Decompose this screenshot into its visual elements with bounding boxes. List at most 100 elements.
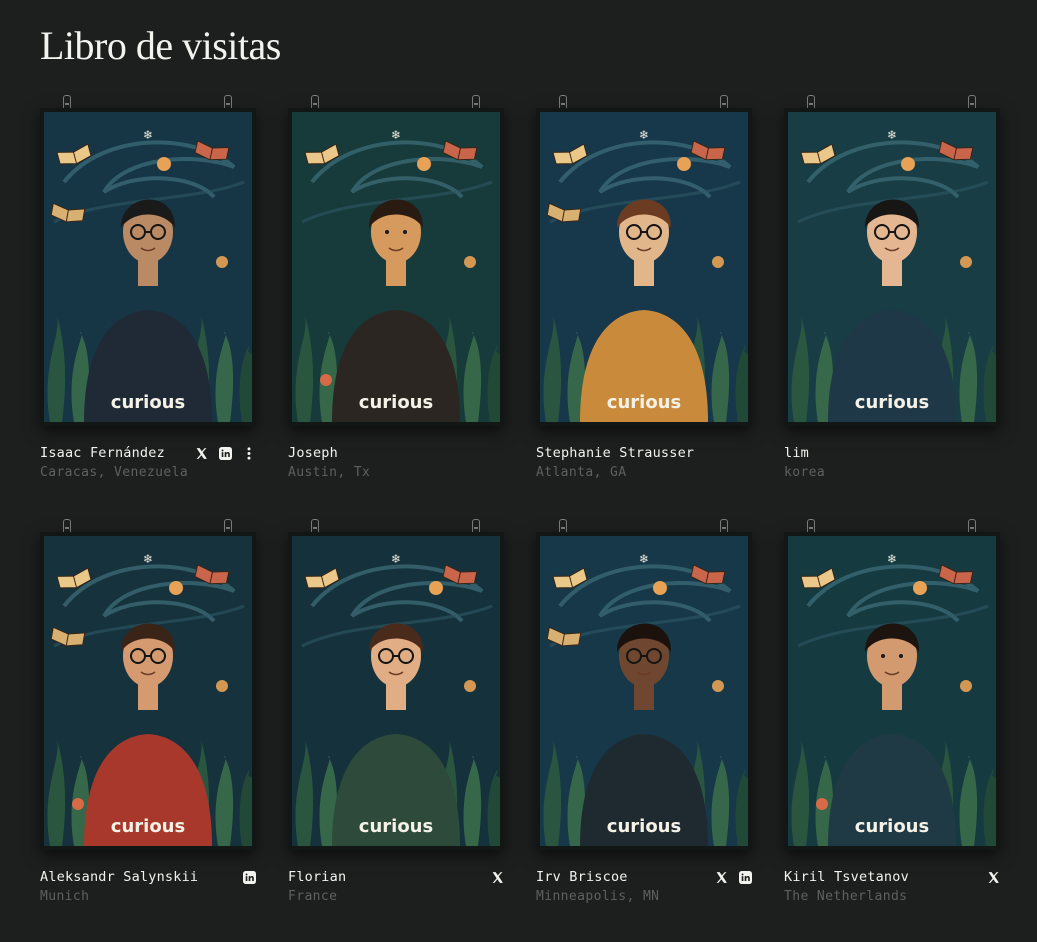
poster-artwork: ❄ curious bbox=[540, 112, 748, 422]
binder-clip-icon bbox=[472, 95, 480, 109]
guest-location: korea bbox=[784, 465, 826, 480]
portrait-poster[interactable]: ❄ curious bbox=[784, 532, 1000, 850]
poster-neck bbox=[386, 260, 406, 286]
poster-eye bbox=[899, 654, 903, 658]
poster-brand-wordmark: curious bbox=[359, 816, 433, 837]
portrait-poster[interactable]: ❄ curious bbox=[40, 532, 256, 850]
poster-moon bbox=[901, 157, 915, 171]
guest-card[interactable]: ❄ curious Aleksandr Salynskii Munich bbox=[40, 519, 256, 913]
poster-neck bbox=[386, 684, 406, 710]
poster-brand-wordmark: curious bbox=[607, 816, 681, 837]
poster-artwork: ❄ curious bbox=[292, 536, 500, 846]
portrait-poster[interactable]: ❄ curious bbox=[288, 532, 504, 850]
binder-clip-icon bbox=[224, 519, 232, 533]
poster-flower bbox=[72, 798, 84, 810]
binder-clip-icon bbox=[311, 519, 319, 533]
x-icon[interactable] bbox=[194, 446, 208, 460]
guest-location: France bbox=[288, 889, 338, 904]
poster-brand-wordmark: curious bbox=[111, 816, 185, 837]
poster-moon bbox=[157, 157, 171, 171]
binder-clip-icon bbox=[968, 95, 976, 109]
portrait-poster[interactable]: ❄ curious bbox=[536, 532, 752, 850]
guest-name: Aleksandr Salynskii bbox=[40, 869, 199, 885]
binder-clip-icon bbox=[720, 95, 728, 109]
more-vertical-icon[interactable] bbox=[242, 446, 256, 460]
poster-moon bbox=[960, 256, 972, 268]
page-title: Libro de visitas bbox=[40, 23, 281, 68]
guest-card[interactable]: ❄ curious Isaac Fernández Caracas, Venezu… bbox=[40, 95, 256, 489]
guest-card[interactable]: ❄ curious Florian France bbox=[288, 519, 504, 913]
x-icon[interactable] bbox=[714, 870, 728, 884]
guest-name: lim bbox=[784, 445, 809, 461]
poster-flower bbox=[320, 374, 332, 386]
guest-card[interactable]: ❄ curious lim korea bbox=[784, 95, 1000, 489]
binder-clip-icon bbox=[63, 519, 71, 533]
poster-moon bbox=[653, 581, 667, 595]
poster-flower bbox=[816, 798, 828, 810]
binder-clip-icon bbox=[807, 519, 815, 533]
portrait-poster[interactable]: ❄ curious bbox=[784, 108, 1000, 426]
poster-brand-wordmark: curious bbox=[855, 392, 929, 413]
guest-card[interactable]: ❄ curious Irv Briscoe Minneapolis, MN bbox=[536, 519, 752, 913]
poster-moon bbox=[417, 157, 431, 171]
guest-name: Kiril Tsvetanov bbox=[784, 869, 909, 885]
binder-clip-icon bbox=[311, 95, 319, 109]
poster-brand-wordmark: curious bbox=[111, 392, 185, 413]
binder-clip-icon bbox=[720, 519, 728, 533]
poster-emblem: ❄ bbox=[639, 128, 649, 142]
poster-artwork: ❄ curious bbox=[44, 536, 252, 846]
poster-brand-wordmark: curious bbox=[607, 392, 681, 413]
linkedin-icon[interactable] bbox=[738, 870, 752, 884]
x-icon[interactable] bbox=[490, 870, 504, 884]
poster-neck bbox=[138, 260, 158, 286]
poster-emblem: ❄ bbox=[143, 128, 153, 142]
poster-emblem: ❄ bbox=[887, 128, 897, 142]
poster-emblem: ❄ bbox=[887, 552, 897, 566]
binder-clip-icon bbox=[224, 95, 232, 109]
poster-neck bbox=[882, 260, 902, 286]
poster-artwork: ❄ curious bbox=[44, 112, 252, 422]
guest-location: Caracas, Venezuela bbox=[40, 465, 189, 480]
poster-eye bbox=[403, 230, 407, 234]
binder-clip-icon bbox=[559, 95, 567, 109]
poster-eye bbox=[385, 230, 389, 234]
guest-location: Minneapolis, MN bbox=[536, 889, 660, 904]
portrait-poster[interactable]: ❄ curious bbox=[40, 108, 256, 426]
poster-artwork: ❄ curious bbox=[292, 112, 500, 422]
poster-neck bbox=[634, 684, 654, 710]
poster-moon bbox=[216, 256, 228, 268]
poster-neck bbox=[882, 684, 902, 710]
linkedin-icon[interactable] bbox=[218, 446, 232, 460]
guest-location: Munich bbox=[40, 889, 90, 904]
poster-neck bbox=[634, 260, 654, 286]
poster-moon bbox=[464, 256, 476, 268]
guest-name: Florian bbox=[288, 869, 347, 885]
linkedin-icon[interactable] bbox=[242, 870, 256, 884]
binder-clip-icon bbox=[807, 95, 815, 109]
poster-moon bbox=[216, 680, 228, 692]
poster-moon bbox=[913, 581, 927, 595]
guest-card[interactable]: ❄ curious Kiril Tsvetanov The Netherlands bbox=[784, 519, 1000, 913]
poster-moon bbox=[960, 680, 972, 692]
x-icon[interactable] bbox=[986, 870, 1000, 884]
guest-location: Austin, Tx bbox=[288, 465, 371, 480]
poster-artwork: ❄ curious bbox=[540, 536, 748, 846]
binder-clip-icon bbox=[63, 95, 71, 109]
poster-moon bbox=[712, 680, 724, 692]
portrait-poster[interactable]: ❄ curious bbox=[536, 108, 752, 426]
guest-location: Atlanta, GA bbox=[536, 465, 627, 480]
poster-moon bbox=[464, 680, 476, 692]
guest-name: Joseph bbox=[288, 445, 338, 461]
guest-card[interactable]: ❄ curious Stephanie Strausser Atlanta, GA bbox=[536, 95, 752, 489]
poster-emblem: ❄ bbox=[391, 552, 401, 566]
guest-name: Stephanie Strausser bbox=[536, 445, 695, 461]
poster-moon bbox=[712, 256, 724, 268]
poster-moon bbox=[169, 581, 183, 595]
poster-emblem: ❄ bbox=[143, 552, 153, 566]
guestbook-grid: ❄ curious Isaac Fernández Caracas, Venezu… bbox=[40, 95, 1000, 913]
portrait-poster[interactable]: ❄ curious bbox=[288, 108, 504, 426]
guest-card[interactable]: ❄ curious Joseph Austin, Tx bbox=[288, 95, 504, 489]
poster-eye bbox=[881, 654, 885, 658]
poster-artwork: ❄ curious bbox=[788, 112, 996, 422]
poster-brand-wordmark: curious bbox=[855, 816, 929, 837]
